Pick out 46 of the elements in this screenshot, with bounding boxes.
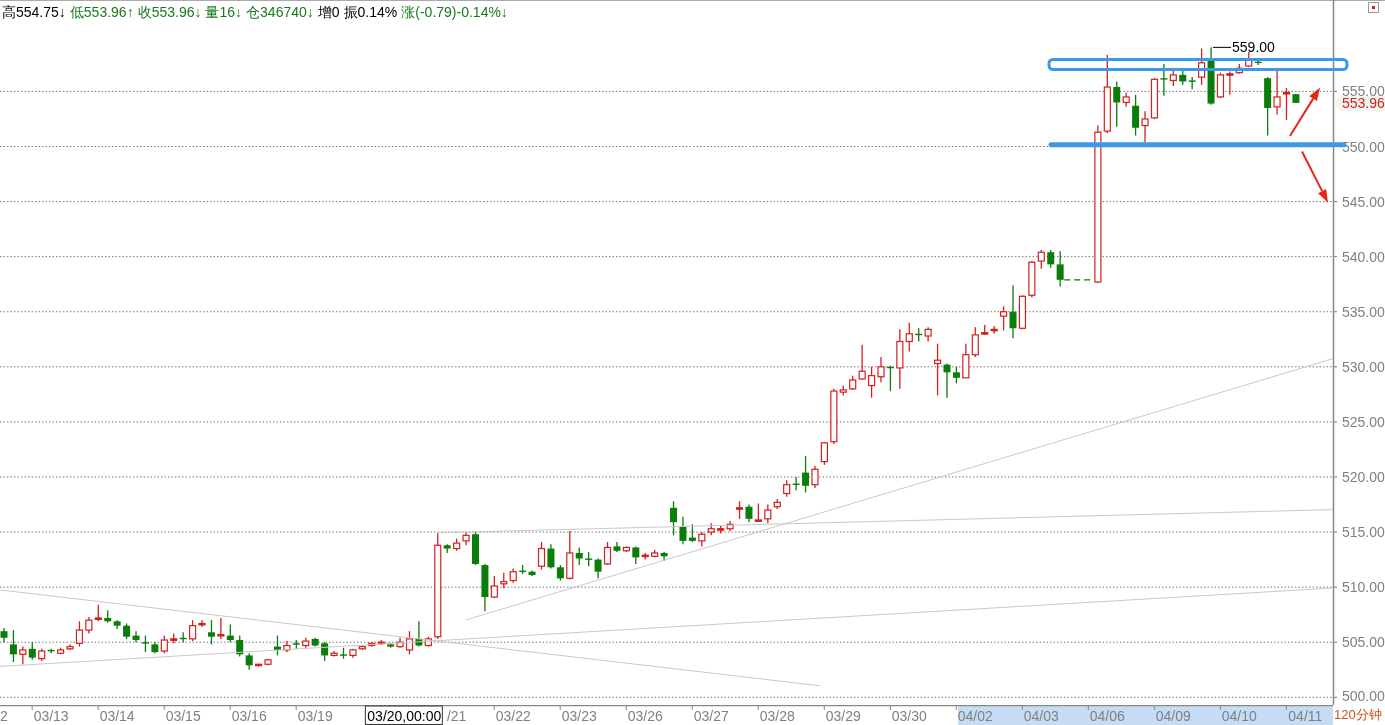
square-icon[interactable] [1368, 2, 1379, 13]
quote-value: 高554.75↓ [2, 3, 66, 21]
axis-label: 545.00 [1342, 193, 1385, 210]
quote-value: 涨(-0.79)-0.14%↓ [401, 3, 508, 21]
quote-value: 低553.96↑ [69, 3, 134, 21]
quote-value: 增0 [317, 3, 340, 21]
date-label: 04/10 [1221, 708, 1257, 724]
axis-label: 500.00 [1342, 688, 1385, 704]
date-label: 03/27 [693, 708, 729, 724]
axis-label: 525.00 [1342, 413, 1385, 430]
leader-line [1212, 46, 1232, 48]
date-label: 04/11 [1288, 708, 1323, 724]
axis-label: 520.00 [1342, 469, 1385, 485]
quote-value: 收553.96↓ [137, 3, 202, 21]
date-label: 04/03 [1023, 708, 1059, 724]
date-label: 2 [0, 708, 8, 724]
axis-label: 540.00 [1342, 248, 1385, 265]
quote-value: 振0.14% [343, 3, 398, 21]
candlestick [340, 647, 347, 660]
date-label: 03/26 [627, 708, 663, 724]
axis-label: 535.00 [1342, 303, 1385, 320]
candlestick [867, 366, 876, 399]
date-label: 03/29 [825, 708, 861, 724]
axis-label: 515.00 [1342, 524, 1385, 541]
date-label: 04/06 [1089, 708, 1125, 724]
date-label: 03/16 [231, 708, 267, 724]
date-label: 04/09 [1155, 708, 1191, 724]
cursor-date-label: 03/20,00:00 [364, 705, 443, 725]
date-label: 03/19 [297, 708, 333, 724]
date-label: 04/02 [957, 708, 993, 724]
quote-value: 仓346740↓ [246, 3, 314, 21]
date-label: 03/23 [561, 708, 597, 724]
date-label: 03/15 [165, 708, 201, 724]
candlestick [472, 531, 479, 566]
axis-label: 510.00 [1342, 579, 1385, 596]
date-label: 03/28 [759, 708, 795, 724]
max-price-label: 559.00 [1232, 39, 1275, 56]
date-label: 03/30 [891, 708, 927, 724]
axis-label: 530.00 [1342, 358, 1385, 375]
axis-label: 505.00 [1342, 634, 1385, 651]
date-label: /21 [446, 708, 467, 724]
quote-value: 量16↓ [205, 3, 243, 21]
date-label: 03/14 [99, 708, 135, 724]
date-label: 03/13 [33, 708, 69, 724]
date-label: 03/22 [495, 708, 531, 724]
candlestick [1150, 77, 1159, 120]
